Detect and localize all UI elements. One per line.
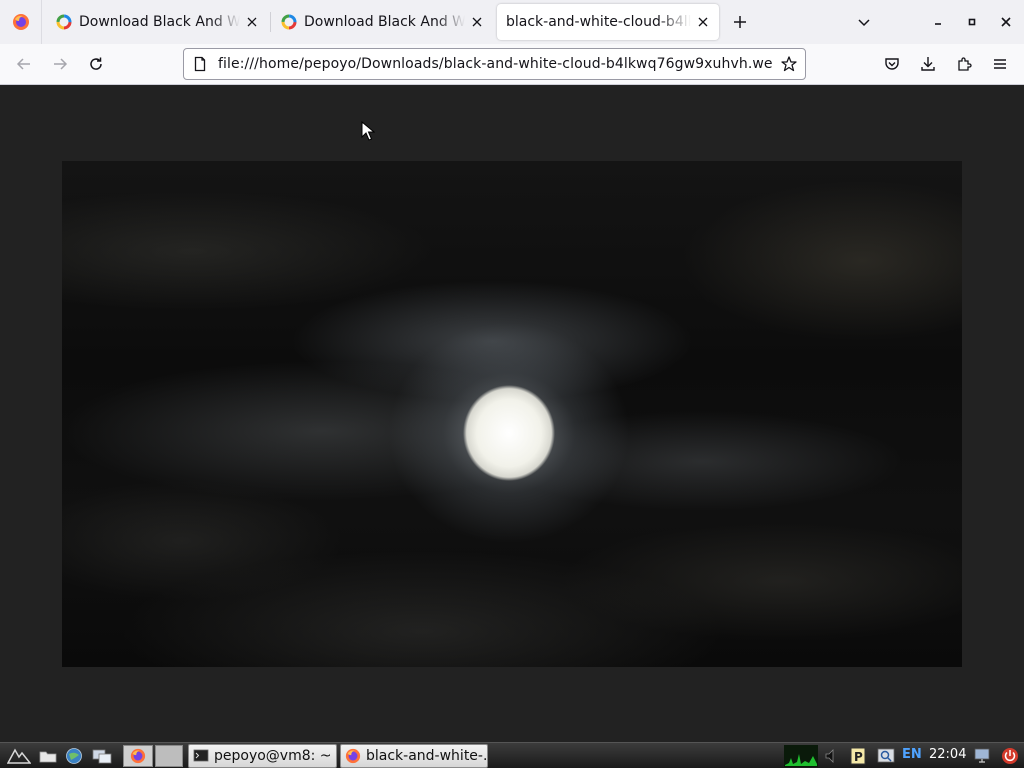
keyboard-layout-indicator[interactable]: EN: [902, 747, 922, 762]
extensions-button[interactable]: [950, 50, 978, 78]
forward-button[interactable]: [46, 50, 74, 78]
taskbar: pepoyo@vm8: ~ black-and-white-... P EN 2…: [0, 742, 1024, 768]
tab-strip: Download Black And White Download Black …: [0, 0, 1024, 44]
pocket-button[interactable]: [878, 50, 906, 78]
firefox-icon: [12, 14, 29, 30]
page-icon: [194, 56, 206, 72]
maximize-icon: [968, 18, 976, 26]
show-desktop-button[interactable]: [92, 746, 112, 766]
network-status-button[interactable]: [972, 746, 992, 766]
folder-icon: [39, 751, 57, 763]
firefox-icon: [130, 748, 146, 764]
bookmark-star-button[interactable]: [779, 54, 799, 74]
lxde-logo-icon: [7, 748, 31, 764]
volume-button[interactable]: [822, 746, 842, 766]
speaker-icon: [825, 749, 834, 763]
firefox-view-button[interactable]: [0, 0, 42, 44]
search-tool-button[interactable]: [876, 746, 896, 766]
svg-text:P: P: [854, 750, 863, 764]
close-icon: [1001, 17, 1011, 27]
logout-button[interactable]: [1000, 746, 1020, 766]
cpu-monitor-widget[interactable]: [784, 745, 818, 767]
colorful-ring-favicon: [56, 14, 72, 30]
cpu-graph-icon: [785, 754, 817, 766]
network-monitor-icon: [974, 748, 990, 763]
back-arrow-icon: [16, 58, 30, 70]
terminal-icon: [193, 749, 209, 762]
download-icon: [921, 57, 935, 71]
image-viewer-content: [0, 85, 1024, 742]
pocket-icon: [885, 58, 899, 70]
tab-label: Download Black And White: [304, 14, 465, 30]
power-icon: [1002, 748, 1018, 764]
url-text[interactable]: file:///home/pepoyo/Downloads/black-and-…: [218, 56, 773, 72]
start-menu-button[interactable]: [6, 746, 32, 766]
windows-icon: [92, 749, 112, 764]
clock[interactable]: 22:04: [929, 747, 966, 762]
web-browser-launcher[interactable]: [64, 746, 84, 766]
clipboard-p-icon: P: [850, 747, 866, 765]
close-window-button[interactable]: [992, 8, 1020, 36]
firefox-icon: [345, 748, 361, 764]
firefox-launcher[interactable]: [123, 745, 153, 767]
back-button[interactable]: [10, 50, 38, 78]
globe-icon: [66, 748, 82, 764]
chevron-down-icon: [858, 19, 870, 27]
hamburger-menu-icon: [994, 59, 1006, 69]
empty-launcher-slot[interactable]: [155, 745, 183, 767]
tab-label: Download Black And White: [79, 14, 240, 30]
clipboard-manager-button[interactable]: P: [848, 746, 868, 766]
minimize-button[interactable]: [924, 8, 952, 36]
tab-close-icon[interactable]: [244, 14, 260, 30]
tab-1[interactable]: Download Black And White: [46, 4, 268, 40]
reload-icon: [90, 57, 102, 70]
tab-3-active[interactable]: black-and-white-cloud-b4lkwq76gw9xuhvh.w…: [497, 4, 719, 40]
tab-close-icon[interactable]: [695, 14, 711, 30]
tab-2[interactable]: Download Black And White: [271, 4, 493, 40]
downloads-button[interactable]: [914, 50, 942, 78]
url-bar[interactable]: file:///home/pepoyo/Downloads/black-and-…: [183, 48, 806, 80]
new-tab-button[interactable]: [726, 8, 754, 36]
file-manager-launcher[interactable]: [38, 746, 58, 766]
navigation-toolbar: file:///home/pepoyo/Downloads/black-and-…: [0, 44, 1024, 85]
task-label: black-and-white-...: [366, 748, 487, 764]
colorful-ring-favicon: [281, 14, 297, 30]
star-icon: [781, 56, 797, 72]
night-sky-moon-image[interactable]: [62, 161, 962, 667]
puzzle-icon: [958, 57, 972, 71]
minimize-icon: [935, 23, 941, 25]
taskbar-task-terminal[interactable]: pepoyo@vm8: ~: [188, 744, 337, 768]
list-all-tabs-button[interactable]: [850, 8, 878, 36]
task-label: pepoyo@vm8: ~: [214, 748, 332, 764]
search-icon: [877, 748, 895, 763]
taskbar-task-firefox[interactable]: black-and-white-...: [340, 744, 488, 768]
tab-close-icon[interactable]: [469, 14, 485, 30]
app-menu-button[interactable]: [986, 50, 1014, 78]
forward-arrow-icon: [54, 58, 68, 70]
plus-icon: [734, 16, 746, 28]
mouse-pointer-icon: [361, 121, 375, 141]
reload-button[interactable]: [82, 50, 110, 78]
maximize-button[interactable]: [958, 8, 986, 36]
tab-label: black-and-white-cloud-b4lkwq76gw9xuhvh.w…: [506, 14, 691, 30]
